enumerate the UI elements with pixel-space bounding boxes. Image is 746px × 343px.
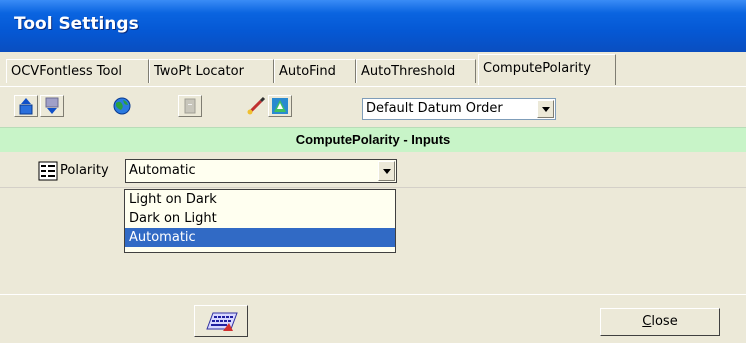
datum-order-value: Default Datum Order — [366, 101, 503, 116]
polarity-select[interactable]: Automatic — [125, 159, 397, 183]
polarity-option-automatic[interactable]: Automatic — [125, 228, 395, 247]
chevron-down-icon — [382, 168, 391, 174]
move-up-button[interactable] — [14, 95, 38, 117]
disabled-tool-button[interactable] — [178, 95, 202, 117]
polarity-option-light-on-dark[interactable]: Light on Dark — [125, 190, 395, 209]
datum-order-select[interactable]: Default Datum Order — [362, 98, 556, 120]
datum-icon — [272, 98, 288, 114]
polarity-row: Polarity Automatic — [0, 152, 746, 188]
disabled-icon — [184, 98, 196, 114]
globe-icon — [113, 97, 131, 115]
footer-divider — [0, 294, 746, 295]
property-grid-icon — [38, 161, 58, 181]
close-label: lose — [651, 314, 678, 329]
tab-autothreshold[interactable]: AutoThreshold — [356, 59, 476, 83]
polarity-label: Polarity — [60, 163, 109, 178]
datum-button[interactable] — [268, 95, 292, 117]
close-accelerator: C — [642, 314, 652, 329]
polarity-options-list[interactable]: Light on Dark Dark on Light Automatic — [124, 189, 396, 253]
chevron-down-icon — [541, 106, 550, 112]
datum-order-dropdown-button[interactable] — [537, 100, 554, 118]
panel-divider — [0, 86, 746, 87]
toolbar: Default Datum Order — [0, 89, 746, 127]
paint-brush-icon — [247, 96, 266, 115]
paint-brush-button[interactable] — [244, 95, 268, 117]
title-bar[interactable]: Tool Settings — [0, 0, 746, 52]
tab-ocvfontless-tool[interactable]: OCVFontless Tool — [6, 59, 149, 83]
tab-computepolarity[interactable]: ComputePolarity — [478, 54, 616, 85]
tab-autofind[interactable]: AutoFind — [274, 59, 356, 83]
polarity-dropdown-button[interactable] — [378, 161, 395, 181]
keyboard-button[interactable] — [194, 305, 248, 337]
section-header: ComputePolarity - Inputs — [0, 127, 746, 152]
move-down-icon — [45, 97, 59, 114]
tab-strip: OCVFontless Tool TwoPt Locator AutoFind … — [0, 53, 746, 86]
move-down-button[interactable] — [40, 95, 64, 117]
tool-settings-window: Tool Settings OCVFontless Tool TwoPt Loc… — [0, 0, 746, 343]
move-up-icon — [19, 98, 33, 115]
keyboard-icon — [206, 312, 238, 331]
globe-button[interactable] — [110, 95, 134, 117]
close-button[interactable]: Close — [600, 308, 720, 336]
polarity-option-dark-on-light[interactable]: Dark on Light — [125, 209, 395, 228]
polarity-value: Automatic — [129, 163, 196, 178]
tab-twopt-locator[interactable]: TwoPt Locator — [149, 59, 274, 83]
window-title: Tool Settings — [14, 14, 139, 34]
